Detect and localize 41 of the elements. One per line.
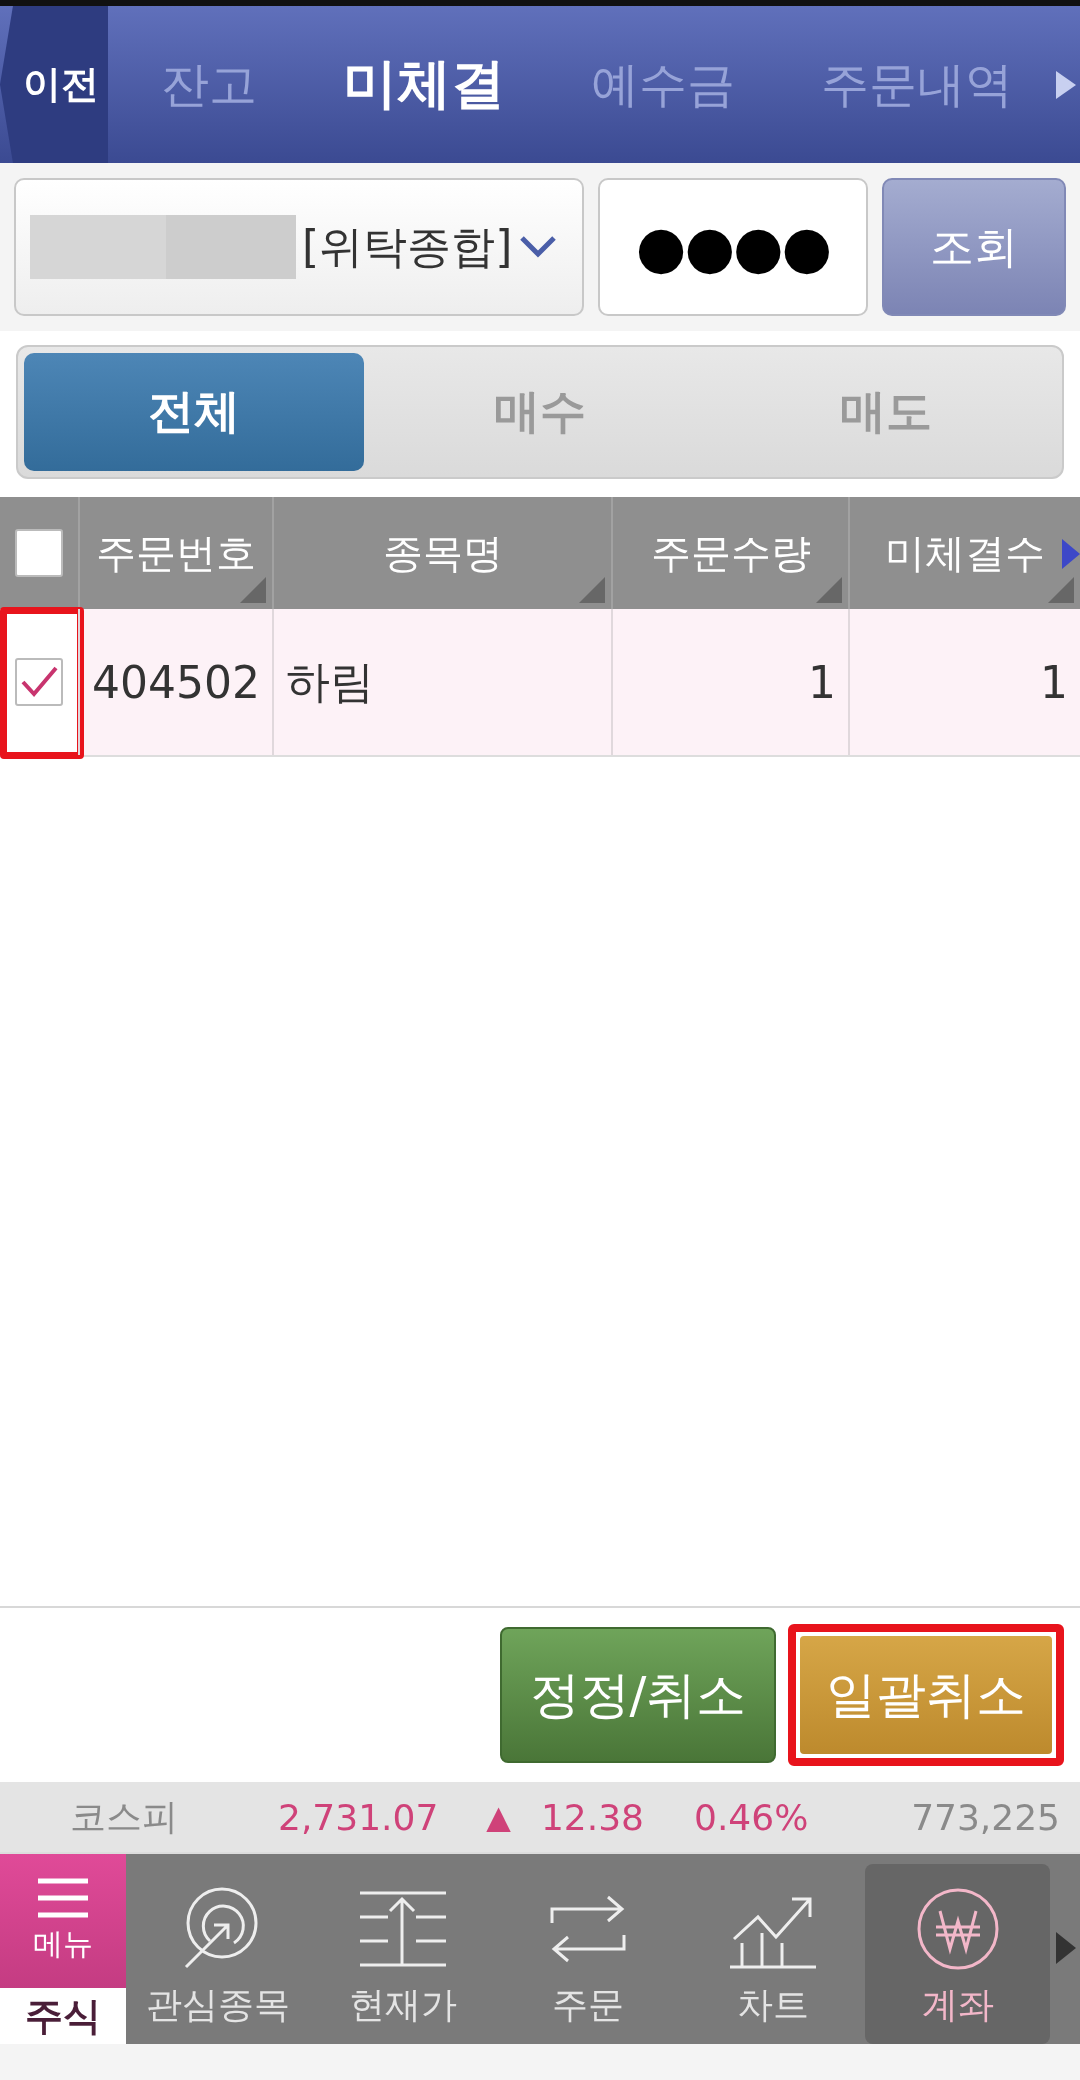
password-field[interactable]: ●●●● [598,178,868,316]
menu-icon [38,1877,88,1918]
checkbox[interactable] [15,529,63,577]
more-arrow-icon[interactable] [1056,70,1076,99]
table-cell: 1 [1040,656,1068,708]
account-dropdown[interactable]: [위탁종합] [14,178,584,316]
nav-item[interactable]: 주문 [495,1854,681,2044]
table-cell: 404502 [92,656,260,708]
column-header[interactable]: 미체결수 [885,525,1045,581]
scroll-right-icon[interactable] [1056,1932,1076,1964]
change-arrow: ▲ [486,1798,511,1836]
nav-item[interactable]: 관심종목 [126,1854,311,2044]
nav-item[interactable]: 계좌 [865,1864,1050,2044]
column-header[interactable]: 주문수량 [650,525,811,581]
index-percent: 0.46% [694,1796,809,1838]
query-button[interactable]: 조회 [882,178,1066,316]
won-sign-icon [915,1887,1000,1971]
back-button[interactable]: 이전 [0,6,108,163]
scroll-right-icon[interactable] [1062,539,1080,569]
table-cell: 1 [808,656,836,708]
nav-item[interactable]: 차트 [680,1854,866,2044]
action-button[interactable]: 정정/취소 [500,1627,776,1763]
index-value: 2,731.07 [278,1796,439,1838]
nav-tab[interactable]: 주문내역 [821,52,1013,117]
trade-volume: 773,225 [911,1796,1060,1838]
filter-tab[interactable]: 매도 [716,353,1056,471]
nav-tab[interactable]: 예수금 [591,52,735,117]
menu-button[interactable]: 메뉴 [0,1854,126,1988]
table-cell-text: 하림 [286,654,374,709]
nav-item[interactable]: 현재가 [310,1854,496,2044]
filter-tab[interactable]: 매수 [370,353,710,471]
nav-tab[interactable]: 미체결 [343,48,505,121]
column-header[interactable]: 종목명 [382,525,503,581]
index-name: 코스피 [70,1794,178,1839]
index-change: 12.38 [540,1796,644,1838]
nav-tab[interactable]: 잔고 [161,52,257,117]
account-type: [위탁종합] [302,219,513,274]
column-header[interactable]: 주문번호 [96,525,256,581]
filter-tab[interactable]: 전체 [24,353,364,471]
checkbox[interactable] [15,658,63,706]
section-tab[interactable]: 주식 [0,1988,126,2044]
